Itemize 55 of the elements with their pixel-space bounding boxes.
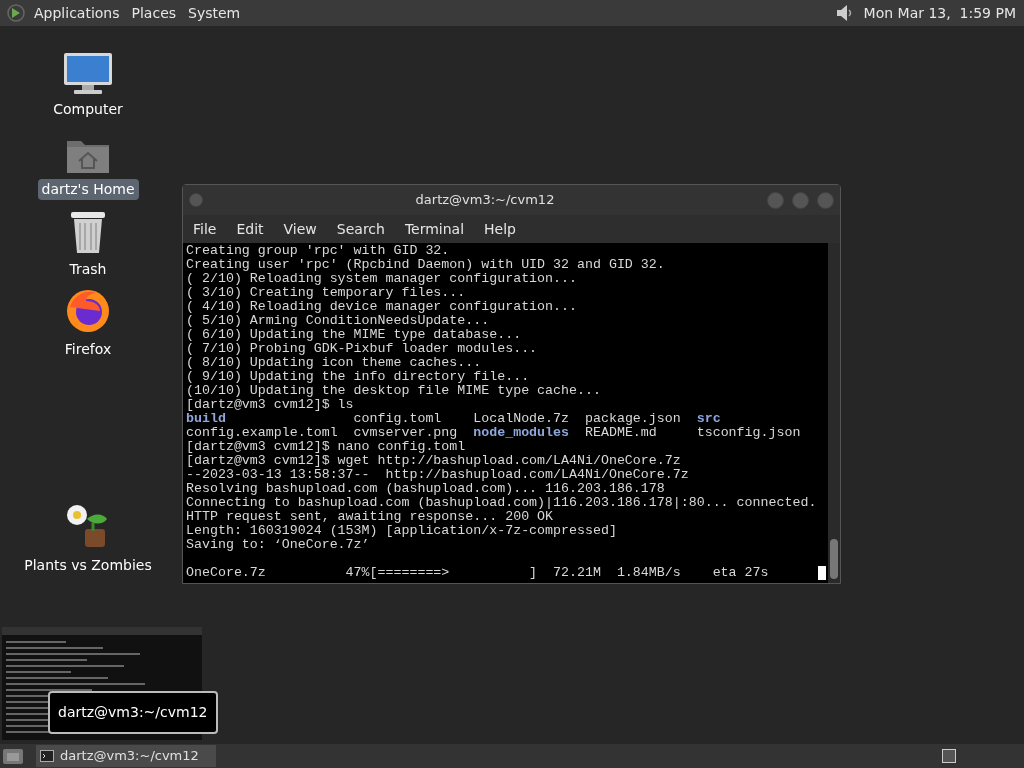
desktop-icon-label[interactable]: dartz's Home — [37, 179, 139, 200]
show-desktop-icon[interactable] — [2, 746, 24, 766]
monitor-icon — [62, 51, 114, 95]
terminal-line: Creating group 'rpc' with GID 32. — [186, 244, 451, 258]
terminal-line: [dartz@vm3 cvm12]$ wget http://bashupload.com/LA4Ni/OneCore.7z — [186, 454, 682, 468]
terminal-line: Creating user 'rpc' (Rpcbind Daemon) with UID 32 and GID 32. — [186, 258, 666, 272]
terminal-line: HTTP request sent, awaiting response... 200 OK — [186, 510, 555, 524]
tooltip: dartz@vm3:~/cvm12 — [48, 691, 218, 734]
terminal-line: ( 2/10) Reloading system manager configuration... — [186, 272, 578, 286]
terminal-line: build config.toml LocalNode.7z package.json src — [186, 412, 722, 426]
terminal-line: Connecting to bashupload.com (bashupload.com)|116.203.186.178|:80... connected. — [186, 496, 818, 510]
terminal-line: OneCore.7z 47%[========> ] 72.21M 1.84MB/s eta 27s — [186, 566, 769, 580]
terminal-line: ( 5/10) Arming ConditionNeedsUpdate... — [186, 314, 491, 328]
terminal-line: ( 9/10) Updating the info directory file... — [186, 370, 531, 384]
scrollbar[interactable] — [828, 243, 840, 583]
menu-item[interactable]: View — [275, 218, 325, 240]
terminal-line: [dartz@vm3 cvm12]$ nano config.toml — [186, 440, 467, 454]
trash-icon — [68, 209, 108, 255]
terminal-line: Resolving bashupload.com (bashupload.com)... 116.203.186.178 — [186, 482, 666, 496]
menu-item[interactable]: Help — [476, 218, 524, 240]
menu-item[interactable]: Edit — [228, 218, 272, 240]
terminal-line: config.example.toml cvmserver.png node_modules README.md tsconfig.json — [186, 426, 802, 440]
menu-item[interactable]: Search — [328, 218, 393, 240]
terminal-line: ( 7/10) Probing GDK-Pixbuf loader modules... — [186, 342, 539, 356]
menu-item[interactable]: File — [185, 218, 225, 240]
panel-menu[interactable]: System — [188, 2, 241, 24]
scrollbar-thumb[interactable] — [830, 539, 838, 579]
desktop-icon-label[interactable]: Computer — [49, 99, 127, 120]
minimize-button[interactable] — [767, 191, 784, 209]
desktop-icon-label[interactable]: Plants vs Zombies — [20, 555, 156, 576]
close-button[interactable] — [817, 191, 834, 209]
terminal-line: ( 3/10) Creating temporary files... — [186, 286, 467, 300]
task-button[interactable]: dartz@vm3:~/cvm12 — [36, 745, 216, 767]
terminal-line: Length: 160319024 (153M) [application/x-7z-compressed] — [186, 524, 618, 538]
terminal-icon — [40, 750, 54, 762]
menu-logo-icon[interactable] — [6, 3, 26, 23]
maximize-button[interactable] — [792, 191, 809, 209]
text-cursor — [818, 566, 826, 580]
terminal-line: (10/10) Updating the desktop file MIME type cache... — [186, 384, 602, 398]
terminal-line: --2023-03-13 13:58:37-- http://bashupload.com/LA4Ni/OneCore.7z — [186, 468, 690, 482]
panel-clock[interactable]: Mon Mar 13, 1:59 PM — [863, 2, 1016, 24]
browser-globe-icon — [64, 287, 112, 335]
window-title: dartz@vm3:~/cvm12 — [414, 191, 556, 210]
terminal-line: ( 6/10) Updating the MIME type database... — [186, 328, 523, 342]
window-menu-button[interactable] — [189, 193, 203, 207]
terminal-line: Saving to: ‘OneCore.7z’ — [186, 538, 371, 552]
panel-menu[interactable]: Places — [131, 2, 177, 24]
terminal-line: [dartz@vm3 cvm12]$ ls — [186, 398, 355, 412]
desktop-icon-label[interactable]: Trash — [65, 259, 111, 280]
terminal-line: ( 8/10) Updating icon theme caches... — [186, 356, 483, 370]
terminal-line: ( 4/10) Reloading device manager configuration... — [186, 300, 578, 314]
workspace-switcher[interactable] — [942, 749, 956, 763]
desktop-icon-label[interactable]: Firefox — [60, 339, 116, 360]
panel-menu[interactable]: Applications — [34, 2, 120, 24]
menu-item[interactable]: Terminal — [396, 218, 473, 240]
